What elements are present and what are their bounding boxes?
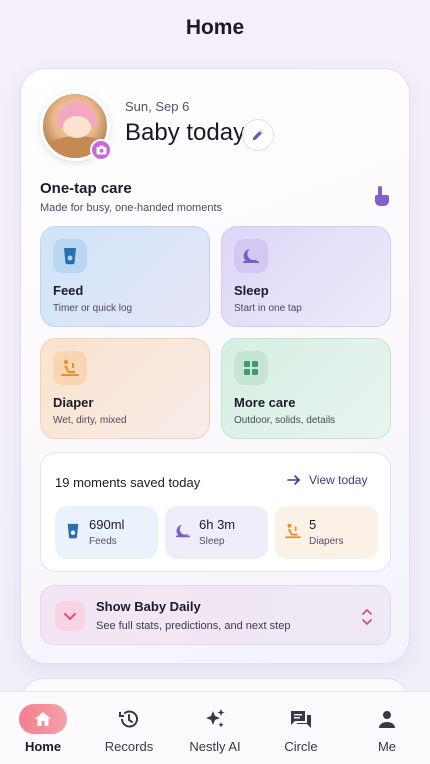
view-today-link[interactable]: View today (287, 473, 367, 487)
sparkles-icon (191, 704, 239, 734)
feed-tile[interactable]: Feed Timer or quick log (40, 226, 210, 327)
moments-count: 19 moments saved today (55, 475, 201, 490)
unfold-icon (362, 608, 372, 626)
tap-hand-icon (371, 185, 391, 207)
grid-icon (234, 351, 268, 385)
chat-icon (277, 704, 325, 734)
sleep-stat: 6h 3m Sleep (165, 506, 268, 559)
baby-changing-icon (53, 351, 87, 385)
moon-icon (175, 524, 191, 538)
chevron-down-icon (55, 601, 85, 631)
nav-home[interactable]: Home (0, 692, 86, 764)
date-label: Sun, Sep 6 (125, 99, 190, 114)
top-bar: Home (0, 0, 430, 56)
bottom-nav: Home Records Nestly AI Circle Me (0, 691, 430, 764)
camera-icon[interactable] (90, 139, 112, 161)
nav-nestly-ai[interactable]: Nestly AI (172, 692, 258, 764)
person-icon (363, 704, 411, 734)
nav-me[interactable]: Me (344, 692, 430, 764)
history-icon (105, 704, 153, 734)
moments-summary: 19 moments saved today View today 690ml … (40, 452, 391, 572)
moon-icon (234, 239, 268, 273)
baby-changing-icon (285, 523, 301, 539)
baby-today-heading: Baby today (125, 119, 246, 146)
bottle-icon (67, 523, 79, 539)
nav-circle[interactable]: Circle (258, 692, 344, 764)
one-tap-care-subtitle: Made for busy, one-handed moments (40, 202, 223, 214)
sleep-tile[interactable]: Sleep Start in one tap (221, 226, 391, 327)
diapers-stat: 5 Diapers (275, 506, 378, 559)
page-title: Home (185, 16, 245, 39)
home-icon (19, 704, 67, 734)
edit-button[interactable] (242, 119, 274, 151)
more-care-tile[interactable]: More care Outdoor, solids, details (221, 338, 391, 439)
one-tap-care-title: One-tap care (40, 180, 132, 197)
feeds-stat: 690ml Feeds (55, 506, 158, 559)
baby-avatar[interactable] (40, 91, 112, 163)
nav-records[interactable]: Records (86, 692, 172, 764)
pencil-icon (252, 130, 263, 141)
bottle-icon (53, 239, 87, 273)
baby-today-card: Sun, Sep 6 Baby today One-tap care Made … (20, 68, 410, 664)
show-baby-daily-toggle[interactable]: Show Baby Daily See full stats, predicti… (40, 585, 391, 645)
arrow-right-icon (287, 475, 301, 485)
diaper-tile[interactable]: Diaper Wet, dirty, mixed (40, 338, 210, 439)
